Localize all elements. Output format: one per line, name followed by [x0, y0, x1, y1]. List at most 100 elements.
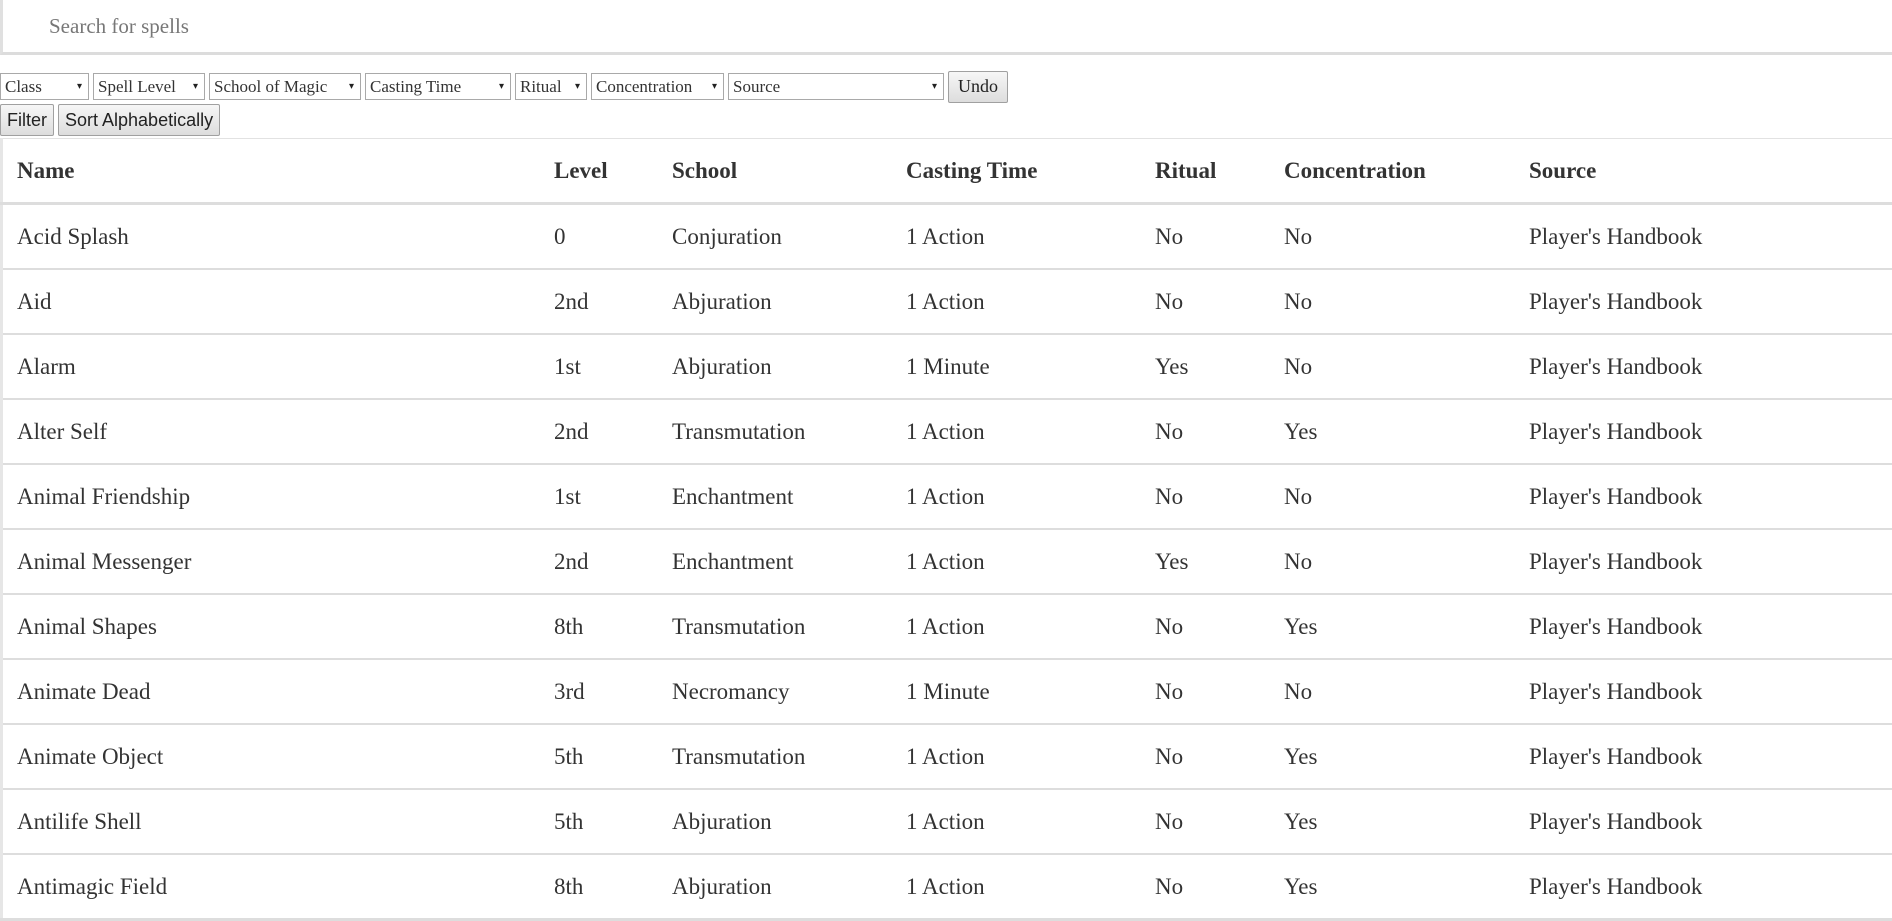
- chevron-down-icon: ▾: [712, 81, 717, 92]
- cell-name[interactable]: Alter Self: [2, 399, 555, 464]
- filter-button[interactable]: Filter: [0, 104, 54, 136]
- cell-level: 8th: [554, 854, 672, 920]
- cell-name[interactable]: Antimagic Field: [2, 854, 555, 920]
- table-row[interactable]: Animal Friendship1stEnchantment1 ActionN…: [2, 464, 1892, 529]
- cell-casting-time: 1 Action: [906, 269, 1155, 334]
- cell-casting-time: 1 Action: [906, 854, 1155, 920]
- cell-level: 3rd: [554, 659, 672, 724]
- cell-name[interactable]: Animal Messenger: [2, 529, 555, 594]
- cell-casting-time: 1 Minute: [906, 659, 1155, 724]
- cell-name[interactable]: Alarm: [2, 334, 555, 399]
- header-casting-time[interactable]: Casting Time: [906, 139, 1155, 204]
- table-row[interactable]: Animate Object5thTransmutation1 ActionNo…: [2, 724, 1892, 789]
- casting-time-select[interactable]: Casting Time ▾: [365, 73, 511, 100]
- cell-school: Abjuration: [672, 789, 906, 854]
- cell-ritual: Yes: [1155, 529, 1284, 594]
- search-bar: [0, 0, 1892, 55]
- cell-concentration: No: [1284, 659, 1529, 724]
- table-row[interactable]: Acid Splash0Conjuration1 ActionNoNoPlaye…: [2, 204, 1892, 270]
- spell-level-select-label: Spell Level: [98, 77, 176, 97]
- table-row[interactable]: Antimagic Field8thAbjuration1 ActionNoYe…: [2, 854, 1892, 920]
- cell-level: 2nd: [554, 399, 672, 464]
- cell-level: 0: [554, 204, 672, 270]
- school-select-label: School of Magic: [214, 77, 327, 97]
- cell-concentration: No: [1284, 334, 1529, 399]
- cell-concentration: No: [1284, 464, 1529, 529]
- concentration-select-label: Concentration: [596, 77, 692, 97]
- table-header-row: Name Level School Casting Time Ritual Co…: [2, 139, 1892, 204]
- filter-bar: Class ▾ Spell Level ▾ School of Magic ▾ …: [0, 72, 1892, 101]
- cell-source: Player's Handbook: [1529, 854, 1892, 920]
- cell-concentration: Yes: [1284, 854, 1529, 920]
- school-select[interactable]: School of Magic ▾: [209, 73, 361, 100]
- cell-school: Enchantment: [672, 464, 906, 529]
- cell-ritual: Yes: [1155, 334, 1284, 399]
- cell-name[interactable]: Antilife Shell: [2, 789, 555, 854]
- cell-casting-time: 1 Minute: [906, 334, 1155, 399]
- cell-name[interactable]: Aid: [2, 269, 555, 334]
- ritual-select[interactable]: Ritual ▾: [515, 73, 587, 100]
- cell-level: 5th: [554, 789, 672, 854]
- search-input[interactable]: [49, 14, 1749, 39]
- cell-school: Necromancy: [672, 659, 906, 724]
- cell-concentration: Yes: [1284, 724, 1529, 789]
- cell-source: Player's Handbook: [1529, 724, 1892, 789]
- cell-casting-time: 1 Action: [906, 399, 1155, 464]
- cell-school: Transmutation: [672, 399, 906, 464]
- cell-name[interactable]: Animal Shapes: [2, 594, 555, 659]
- table-row[interactable]: Alter Self2ndTransmutation1 ActionNoYesP…: [2, 399, 1892, 464]
- table-row[interactable]: Antilife Shell5thAbjuration1 ActionNoYes…: [2, 789, 1892, 854]
- cell-level: 5th: [554, 724, 672, 789]
- header-concentration[interactable]: Concentration: [1284, 139, 1529, 204]
- cell-source: Player's Handbook: [1529, 269, 1892, 334]
- cell-ritual: No: [1155, 464, 1284, 529]
- cell-level: 2nd: [554, 529, 672, 594]
- chevron-down-icon: ▾: [499, 81, 504, 92]
- action-bar: Filter Sort Alphabetically: [0, 104, 1892, 136]
- cell-ritual: No: [1155, 854, 1284, 920]
- cell-ritual: No: [1155, 789, 1284, 854]
- concentration-select[interactable]: Concentration ▾: [591, 73, 724, 100]
- table-row[interactable]: Animate Dead3rdNecromancy1 MinuteNoNoPla…: [2, 659, 1892, 724]
- table-row[interactable]: Aid2ndAbjuration1 ActionNoNoPlayer's Han…: [2, 269, 1892, 334]
- table-row[interactable]: Animal Messenger2ndEnchantment1 ActionYe…: [2, 529, 1892, 594]
- cell-casting-time: 1 Action: [906, 204, 1155, 270]
- spells-table: Name Level School Casting Time Ritual Co…: [0, 138, 1892, 921]
- cell-school: Abjuration: [672, 854, 906, 920]
- sort-alphabetically-button[interactable]: Sort Alphabetically: [58, 104, 220, 136]
- header-source[interactable]: Source: [1529, 139, 1892, 204]
- spell-level-select[interactable]: Spell Level ▾: [93, 73, 205, 100]
- cell-concentration: Yes: [1284, 789, 1529, 854]
- header-name[interactable]: Name: [2, 139, 555, 204]
- cell-source: Player's Handbook: [1529, 529, 1892, 594]
- undo-button[interactable]: Undo: [948, 71, 1008, 103]
- cell-casting-time: 1 Action: [906, 724, 1155, 789]
- cell-school: Enchantment: [672, 529, 906, 594]
- cell-casting-time: 1 Action: [906, 789, 1155, 854]
- chevron-down-icon: ▾: [193, 81, 198, 92]
- header-school[interactable]: School: [672, 139, 906, 204]
- cell-source: Player's Handbook: [1529, 594, 1892, 659]
- header-level[interactable]: Level: [554, 139, 672, 204]
- cell-casting-time: 1 Action: [906, 464, 1155, 529]
- cell-name[interactable]: Acid Splash: [2, 204, 555, 270]
- table-row[interactable]: Animal Shapes8thTransmutation1 ActionNoY…: [2, 594, 1892, 659]
- cell-ritual: No: [1155, 594, 1284, 659]
- header-ritual[interactable]: Ritual: [1155, 139, 1284, 204]
- cell-name[interactable]: Animal Friendship: [2, 464, 555, 529]
- cell-level: 8th: [554, 594, 672, 659]
- cell-name[interactable]: Animate Dead: [2, 659, 555, 724]
- cell-source: Player's Handbook: [1529, 789, 1892, 854]
- table-row[interactable]: Alarm1stAbjuration1 MinuteYesNoPlayer's …: [2, 334, 1892, 399]
- cell-name[interactable]: Animate Object: [2, 724, 555, 789]
- cell-school: Transmutation: [672, 594, 906, 659]
- cell-source: Player's Handbook: [1529, 204, 1892, 270]
- cell-ritual: No: [1155, 724, 1284, 789]
- chevron-down-icon: ▾: [575, 81, 580, 92]
- cell-source: Player's Handbook: [1529, 334, 1892, 399]
- cell-level: 2nd: [554, 269, 672, 334]
- chevron-down-icon: ▾: [932, 81, 937, 92]
- source-select[interactable]: Source ▾: [728, 73, 944, 100]
- class-select[interactable]: Class ▾: [0, 73, 89, 100]
- ritual-select-label: Ritual: [520, 77, 562, 97]
